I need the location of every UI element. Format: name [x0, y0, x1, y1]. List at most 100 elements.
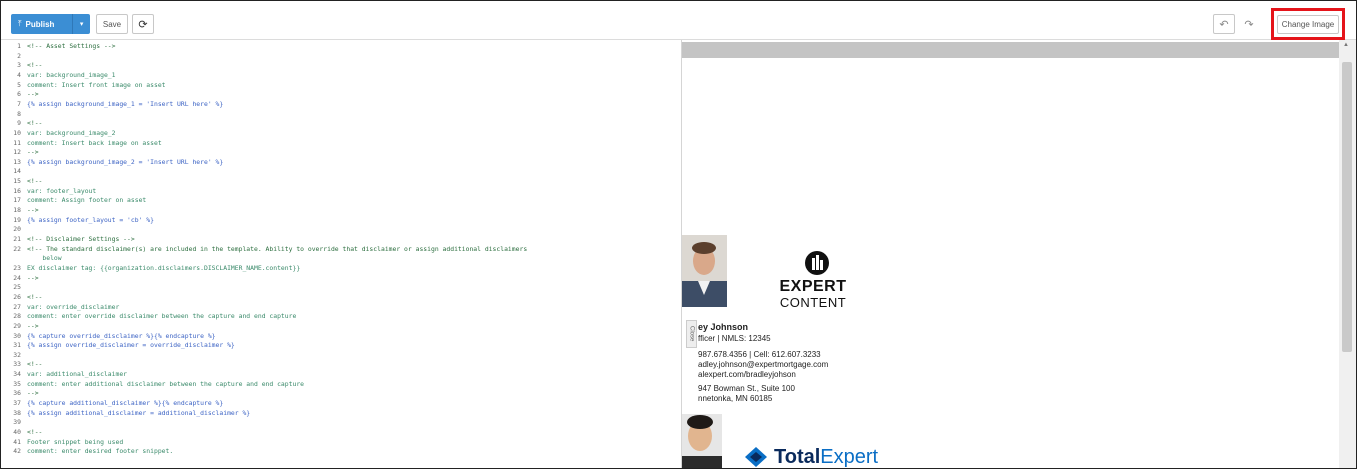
- line-number: 39: [13, 418, 21, 427]
- line-text: {% assign background_image_2 = 'Insert U…: [27, 157, 224, 166]
- code-line[interactable]: 37 {% capture additional_disclaimer %}{% …: [1, 399, 223, 407]
- code-line[interactable]: 8: [1, 110, 27, 118]
- code-line[interactable]: 33 <!--: [1, 360, 42, 368]
- code-line[interactable]: 28 comment: enter override disclaimer bet…: [1, 312, 296, 320]
- code-line[interactable]: below: [1, 254, 61, 262]
- scroll-up-arrow-icon[interactable]: ▲: [1343, 42, 1349, 48]
- line-text: -->: [27, 389, 39, 398]
- line-number: 14: [13, 167, 21, 176]
- close-tab[interactable]: Close: [686, 320, 697, 348]
- signature-name: ey Johnson: [698, 322, 749, 332]
- code-line[interactable]: 35 comment: enter additional disclaimer b…: [1, 380, 304, 388]
- code-line[interactable]: 42 comment: enter desired footer snippet.: [1, 447, 173, 455]
- code-line[interactable]: 34 var: additional_disclaimer: [1, 370, 127, 378]
- signature-address1: 947 Bowman St., Suite 100: [698, 384, 795, 393]
- code-line[interactable]: 27 var: override_disclaimer: [1, 303, 119, 311]
- code-line[interactable]: 36 -->: [1, 389, 39, 398]
- undo-button[interactable]: ↶: [1213, 14, 1235, 34]
- signature-phone: 987.678.4356 | Cell: 612.607.3233: [698, 350, 821, 359]
- code-line[interactable]: 18 -->: [1, 206, 39, 215]
- code-line[interactable]: 24 -->: [1, 273, 39, 282]
- code-line[interactable]: 39: [1, 418, 27, 426]
- line-number: 7: [17, 99, 21, 108]
- code-line[interactable]: 19 {% assign footer_layout = 'cb' %}: [1, 216, 154, 224]
- code-line[interactable]: 17 comment: Assign footer on asset: [1, 196, 146, 204]
- preview-top-bar: [682, 42, 1339, 58]
- code-line[interactable]: 10 var: background_image_2: [1, 128, 115, 137]
- line-text: EX disclaimer tag: {{organization.discla…: [27, 263, 301, 272]
- signature-web: alexpert.com/bradleyjohson: [698, 370, 796, 379]
- line-number: 10: [13, 128, 21, 137]
- code-line[interactable]: 3 <!--: [1, 61, 42, 69]
- line-text: comment: enter override disclaimer betwe…: [27, 312, 297, 321]
- line-text: -->: [27, 273, 39, 282]
- save-button[interactable]: Save: [96, 14, 128, 34]
- code-line[interactable]: 1 <!-- Asset Settings -->: [1, 42, 116, 50]
- line-text: var: footer_layout: [27, 186, 97, 195]
- brand-line2: CONTENT: [779, 295, 847, 310]
- code-line[interactable]: 11 comment: Insert back image on asset: [1, 139, 161, 147]
- line-number: 24: [13, 273, 21, 282]
- refresh-button[interactable]: ⟳: [132, 14, 154, 34]
- code-line[interactable]: 7 {% assign background_image_1 = 'Insert …: [1, 100, 223, 108]
- code-line[interactable]: 21 <!-- Disclaimer Settings -->: [1, 235, 134, 243]
- signature-title: fficer | NMLS: 12345: [698, 334, 771, 343]
- code-line[interactable]: 32: [1, 351, 27, 359]
- line-number: 12: [13, 148, 21, 157]
- undo-icon: ↶: [1219, 18, 1229, 31]
- code-line[interactable]: 6 -->: [1, 90, 39, 99]
- line-number: 17: [13, 196, 21, 205]
- brand-line1: EXPERT: [779, 278, 847, 295]
- code-line[interactable]: 4 var: background_image_1: [1, 71, 115, 79]
- code-line[interactable]: 9 <!--: [1, 119, 42, 127]
- line-text: <!-- Asset Settings -->: [27, 42, 116, 50]
- code-line[interactable]: 20: [1, 225, 27, 233]
- code-line[interactable]: 12 -->: [1, 148, 39, 157]
- line-text: -->: [27, 148, 39, 157]
- signature-email: adley.johnson@expertmortgage.com: [698, 360, 829, 369]
- code-line[interactable]: 26 <!--: [1, 293, 42, 301]
- code-line[interactable]: 5 comment: Insert front image on asset: [1, 80, 165, 89]
- preview-scrollbar[interactable]: ▲: [1339, 40, 1356, 468]
- line-number: 31: [13, 341, 21, 350]
- line-number: 26: [13, 292, 21, 301]
- code-line[interactable]: 14: [1, 167, 27, 175]
- code-line[interactable]: 38 {% assign additional_disclaimer = addi…: [1, 409, 250, 417]
- line-text: comment: enter desired footer snippet.: [27, 447, 174, 456]
- logo-text-total: Total: [774, 445, 821, 468]
- publish-dropdown-caret[interactable]: ▾: [72, 14, 90, 34]
- publish-label: Publish: [25, 19, 55, 29]
- line-number: 33: [13, 360, 21, 369]
- line-text: <!--: [27, 360, 43, 369]
- line-text: -->: [27, 206, 39, 215]
- line-number: 36: [13, 389, 21, 398]
- line-text: <!--: [27, 119, 43, 128]
- code-line[interactable]: 41 Footer snippet being used: [1, 438, 123, 446]
- line-number: 23: [13, 263, 21, 272]
- code-line[interactable]: 31 {% assign override_disclaimer = overri…: [1, 341, 234, 350]
- code-editor[interactable]: 1 <!-- Asset Settings --> 2 3 <!-- 4 var: back…: [1, 40, 682, 468]
- code-line[interactable]: 23 EX disclaimer tag: {{organization.disc…: [1, 264, 300, 272]
- line-number: 27: [13, 302, 21, 311]
- line-number: 5: [17, 80, 21, 89]
- line-text: {% capture override_disclaimer %}{% endc…: [27, 331, 216, 340]
- code-line[interactable]: 30 {% capture override_disclaimer %}{% en…: [1, 331, 216, 340]
- line-text: -->: [27, 90, 39, 99]
- line-text: {% capture additional_disclaimer %}{% en…: [27, 399, 224, 408]
- line-number: 35: [13, 379, 21, 388]
- redo-button[interactable]: ↷: [1238, 14, 1260, 34]
- code-line[interactable]: 13 {% assign background_image_2 = 'Insert…: [1, 158, 223, 166]
- line-number: 15: [13, 177, 21, 186]
- code-line[interactable]: 22 <!-- The standard disclaimer(s) are in…: [1, 245, 527, 253]
- code-line[interactable]: 40 <!--: [1, 428, 42, 436]
- code-line[interactable]: 15 <!--: [1, 177, 42, 185]
- publish-main[interactable]: ⤒ Publish: [11, 19, 72, 29]
- publish-button[interactable]: ⤒ Publish ▾: [11, 14, 90, 34]
- code-line[interactable]: 29 -->: [1, 322, 38, 330]
- code-line[interactable]: 2: [1, 52, 27, 60]
- refresh-icon: ⟳: [138, 18, 148, 31]
- scroll-thumb[interactable]: [1342, 62, 1352, 352]
- code-line[interactable]: 16 var: footer_layout: [1, 187, 96, 195]
- line-number: 9: [17, 119, 21, 128]
- code-line[interactable]: 25: [1, 283, 27, 291]
